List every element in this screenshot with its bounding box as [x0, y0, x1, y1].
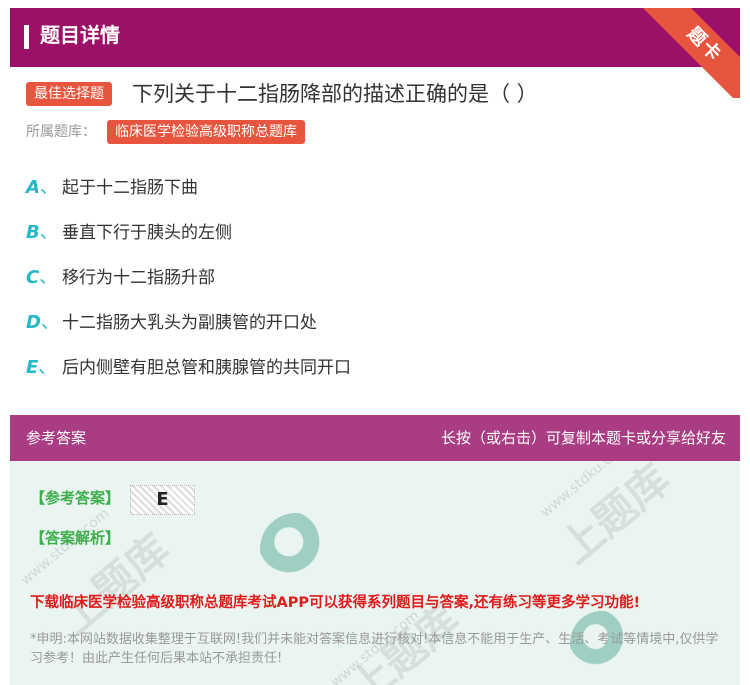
option-text: 移行为十二指肠升部 — [62, 268, 215, 288]
answer-section-title: 参考答案 — [26, 429, 87, 447]
option-e[interactable]: E、 后内侧壁有胆总管和胰腺管的共同开口 — [26, 355, 351, 381]
option-text: 起于十二指肠下曲 — [62, 178, 198, 198]
answer-section-body: www.stdku.com www.stdku.com www.stdku.co… — [10, 461, 740, 685]
answer-value: E — [130, 485, 195, 515]
option-letter: A、 — [26, 177, 58, 198]
corner-ribbon[interactable]: 题卡 — [630, 8, 740, 98]
option-text: 十二指肠大乳头为副胰管的开口处 — [62, 313, 317, 333]
question-text: 下列关于十二指肠降部的描述正确的是（ ） — [132, 82, 538, 106]
option-b[interactable]: B、 垂直下行于胰头的左侧 — [26, 220, 232, 246]
share-hint: 长按（或右击）可复制本题卡或分享给好友 — [440, 429, 726, 447]
option-letter: C、 — [26, 267, 58, 288]
answer-label: 【参考答案】 — [30, 489, 121, 507]
option-text: 垂直下行于胰头的左侧 — [62, 223, 232, 243]
option-letter: B、 — [26, 222, 58, 243]
page-title: 题目详情 — [40, 23, 120, 47]
option-c[interactable]: C、 移行为十二指肠升部 — [26, 265, 215, 291]
option-text: 后内侧壁有胆总管和胰腺管的共同开口 — [62, 358, 351, 378]
disclaimer-text: *申明:本网站数据收集整理于互联网!我们并未能对答案信息进行核对!本信息不能用于… — [30, 632, 719, 666]
answer-section-header: 参考答案 长按（或右击）可复制本题卡或分享给好友 — [10, 415, 740, 461]
watermark-brand: 上题库 — [550, 461, 679, 574]
ribbon-label[interactable]: 题卡 — [642, 8, 740, 98]
option-letter: E、 — [26, 357, 57, 378]
question-type-badge: 最佳选择题 — [26, 82, 112, 106]
option-a[interactable]: A、 起于十二指肠下曲 — [26, 175, 198, 201]
header-bar: 题目详情 题卡 — [10, 8, 740, 98]
analysis-label: 【答案解析】 — [30, 529, 121, 547]
option-letter: D、 — [26, 312, 59, 333]
question-card: 题目详情 题卡 最佳选择题 下列关于十二指肠降部的描述正确的是（ ） 所属题库：… — [0, 0, 750, 685]
watermark-logo-icon — [260, 513, 332, 585]
question-bank-link[interactable]: 临床医学检验高级职称总题库 — [107, 120, 305, 144]
title-accent-bar — [24, 25, 29, 49]
app-download-promo[interactable]: 下载临床医学检验高级职称总题库考试APP可以获得系列题目与答案,还有练习等更多学… — [30, 592, 640, 614]
option-d[interactable]: D、 十二指肠大乳头为副胰管的开口处 — [26, 310, 317, 336]
question-bank-label: 所属题库： — [26, 124, 96, 140]
